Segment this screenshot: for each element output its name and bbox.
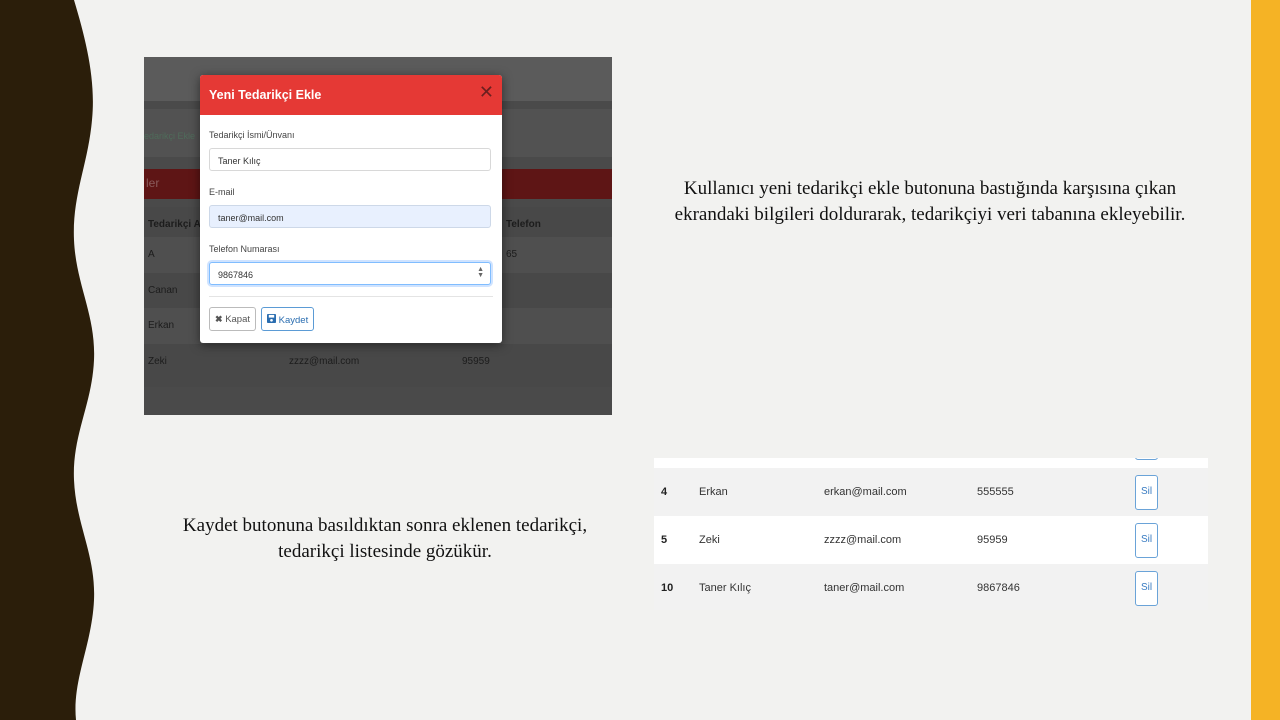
- cell-name: Erkan: [699, 486, 728, 498]
- cell-id: 5: [661, 534, 668, 546]
- add-supplier-modal: Yeni Tedarikçi Ekle ✕ Tedarikçi İsmi/Ünv…: [200, 75, 502, 343]
- table-row: 10 Taner Kılıç taner@mail.com 9867846 Si…: [654, 564, 1208, 610]
- cell-id: 4: [661, 486, 668, 498]
- bg-header-phone: Telefon: [506, 219, 541, 230]
- bg-cell-name: Canan: [148, 285, 178, 296]
- phone-input[interactable]: 9867846 ▲ ▼: [209, 262, 491, 285]
- save-button-label: Kaydet: [278, 315, 309, 326]
- modal-divider: [209, 296, 493, 297]
- cell-phone: 9867846: [977, 582, 1020, 594]
- caption-bottom: Kaydet butonuna basıldıktan sonra eklene…: [182, 515, 588, 562]
- bg-panel-title: ler: [146, 176, 160, 190]
- email-label: E-mail: [209, 187, 235, 197]
- email-input[interactable]: taner@mail.com: [209, 205, 491, 228]
- bg-add-supplier-link[interactable]: edarikçi Ekle: [144, 131, 195, 141]
- cell-email: erkan@mail.com: [824, 486, 907, 498]
- decorative-wave: [0, 0, 95, 720]
- cell-email: zzzz@mail.com: [824, 534, 902, 546]
- delete-button[interactable]: Sil: [1135, 571, 1158, 606]
- supplier-list-screenshot: 4 Erkan erkan@mail.com 555555 Sil 5 Zeki…: [654, 458, 1208, 610]
- table-row: 4 Erkan erkan@mail.com 555555 Sil: [654, 468, 1208, 516]
- delete-button[interactable]: Sil: [1135, 475, 1158, 510]
- spinner-arrows-icon[interactable]: ▲ ▼: [477, 266, 484, 279]
- cell-phone: 95959: [977, 534, 1008, 546]
- delete-button[interactable]: Sil: [1135, 523, 1158, 558]
- add-supplier-screenshot: edarikçi Ekle ler Tedarikçi A Telefon A …: [144, 57, 612, 415]
- modal-title: Yeni Tedarikçi Ekle: [209, 88, 322, 102]
- close-button-label: Kapat: [225, 314, 251, 325]
- accent-bar: [1251, 0, 1280, 720]
- cell-name: Zeki: [699, 534, 720, 546]
- floppy-disk-icon: [267, 314, 276, 323]
- bg-cell-phone: 65: [506, 249, 518, 260]
- supplier-name-input[interactable]: Taner Kılıç: [209, 148, 491, 171]
- phone-label: Telefon Numarası: [209, 244, 280, 254]
- cell-name: Taner Kılıç: [699, 582, 751, 594]
- bg-cell-phone: 95959: [462, 356, 490, 367]
- close-icon[interactable]: ✕: [479, 83, 494, 101]
- bg-cell-name: A: [148, 249, 155, 260]
- bg-cell-name: Zeki: [148, 356, 167, 367]
- bg-header-name: Tedarikçi A: [148, 219, 201, 230]
- table-row: Zeki zzzz@mail.com 95959: [144, 344, 612, 380]
- caption-top: Kullanıcı yeni tedarikçi ekle butonuna b…: [674, 178, 1186, 225]
- phone-value: 9867846: [218, 270, 254, 280]
- bg-cell-name: Erkan: [148, 320, 175, 331]
- delete-button-partial[interactable]: [1135, 458, 1158, 460]
- bg-cell-email: zzzz@mail.com: [289, 356, 360, 367]
- cell-id: 10: [661, 582, 674, 594]
- cell-phone: 555555: [977, 486, 1014, 498]
- supplier-name-label: Tedarikçi İsmi/Ünvanı: [209, 130, 295, 140]
- close-button[interactable]: ✖ Kapat: [209, 307, 257, 331]
- modal-header: Yeni Tedarikçi Ekle ✕: [200, 75, 502, 115]
- x-icon: ✖: [215, 314, 223, 324]
- table-row: 5 Zeki zzzz@mail.com 95959 Sil: [654, 516, 1208, 564]
- cell-email: taner@mail.com: [824, 582, 905, 594]
- save-button[interactable]: Kaydet: [261, 307, 315, 331]
